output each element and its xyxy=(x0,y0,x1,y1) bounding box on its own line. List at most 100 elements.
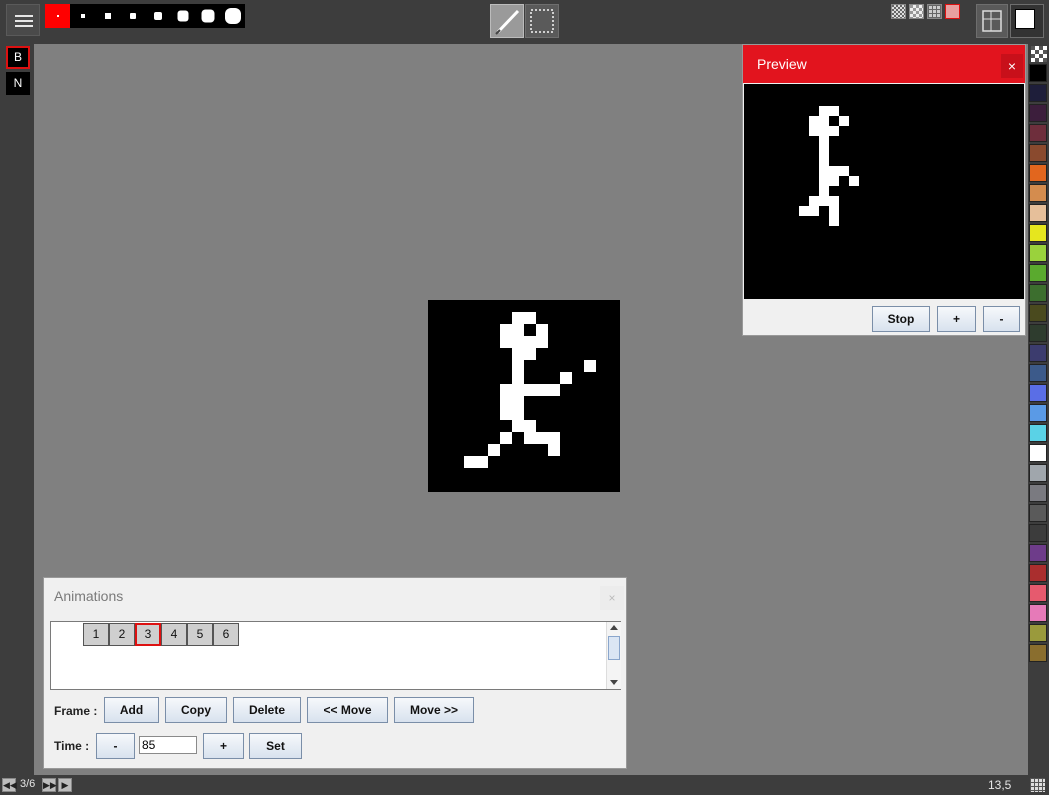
palette-swatch[interactable] xyxy=(1029,164,1047,182)
copy-frame-button[interactable]: Copy xyxy=(165,697,227,723)
stop-button[interactable]: Stop xyxy=(872,306,930,332)
palette-swatch[interactable] xyxy=(1029,464,1047,482)
brush-dot-icon xyxy=(177,10,188,22)
palette-swatch[interactable] xyxy=(1029,64,1047,82)
palette-swatch[interactable] xyxy=(1029,204,1047,222)
grid-overlay-button[interactable] xyxy=(976,4,1008,38)
current-color-button[interactable] xyxy=(1010,4,1044,38)
speed-minus-button[interactable]: - xyxy=(983,306,1020,332)
palette-swatch[interactable] xyxy=(1029,484,1047,502)
brush-size-5[interactable] xyxy=(145,4,170,28)
rewind-icon[interactable]: ◀◀ xyxy=(2,778,17,792)
frame-4[interactable]: 4 xyxy=(161,623,187,646)
brush-size-1[interactable] xyxy=(45,4,70,28)
palette-swatch[interactable] xyxy=(1029,324,1047,342)
fast-forward-icon[interactable]: ▶▶ xyxy=(42,778,57,792)
time-input[interactable] xyxy=(139,736,197,754)
palette-swatch[interactable] xyxy=(1029,644,1047,662)
preview-close-button[interactable]: × xyxy=(1001,54,1023,78)
play-icon[interactable]: ▶ xyxy=(58,778,72,792)
time-minus-button[interactable]: - xyxy=(96,733,135,759)
palette-swatch[interactable] xyxy=(1029,604,1047,622)
palette-swatch[interactable] xyxy=(1029,584,1047,602)
pixel xyxy=(500,432,512,444)
speed-plus-button[interactable]: + xyxy=(937,306,976,332)
delete-frame-button[interactable]: Delete xyxy=(233,697,301,723)
hamburger-icon-bar xyxy=(15,20,33,22)
frame-2[interactable]: 2 xyxy=(109,623,135,646)
frame-counter: 3/6 xyxy=(20,778,36,790)
pixel xyxy=(829,176,839,186)
preview-title: Preview xyxy=(743,45,1025,83)
move-right-button[interactable]: Move >> xyxy=(394,697,474,723)
pixel xyxy=(809,126,839,136)
palette-swatch[interactable] xyxy=(1029,544,1047,562)
palette-swatch[interactable] xyxy=(1029,444,1047,462)
palette-swatch[interactable] xyxy=(1029,344,1047,362)
pixel xyxy=(500,336,548,348)
scroll-down-icon[interactable] xyxy=(610,680,618,685)
pixel xyxy=(829,206,839,226)
palette-swatch[interactable] xyxy=(1029,244,1047,262)
brush-dot-icon xyxy=(104,13,111,19)
palette-swatch[interactable] xyxy=(1029,364,1047,382)
brush-size-7[interactable] xyxy=(195,4,220,28)
pixel xyxy=(829,116,839,126)
pixel xyxy=(488,444,500,456)
frame-list-scrollbar[interactable] xyxy=(606,622,621,689)
palette-swatch[interactable] xyxy=(1029,104,1047,122)
brush-dot-icon xyxy=(201,9,214,23)
layer-b-button[interactable]: B xyxy=(6,46,30,69)
brush-size-4[interactable] xyxy=(120,4,145,28)
layer-n-button[interactable]: N xyxy=(6,72,30,95)
palette-swatch[interactable] xyxy=(1029,504,1047,522)
cursor-coordinates: 13,5 xyxy=(988,778,1012,792)
red-square-icon[interactable] xyxy=(945,4,960,19)
animations-title: Animations xyxy=(54,588,124,604)
palette-swatch[interactable] xyxy=(1029,84,1047,102)
brush-size-2[interactable] xyxy=(70,4,95,28)
palette-swatch[interactable] xyxy=(1029,624,1047,642)
palette-swatch[interactable] xyxy=(1029,284,1047,302)
pencil-tool[interactable] xyxy=(490,4,524,38)
brush-size-8[interactable] xyxy=(220,4,245,28)
palette-swatch[interactable] xyxy=(1029,184,1047,202)
brush-dot-icon xyxy=(153,12,162,20)
transparent-color-icon[interactable] xyxy=(1031,46,1047,62)
hamburger-icon-bar xyxy=(15,25,33,27)
grid-pattern-icon[interactable] xyxy=(927,4,942,19)
palette-swatch[interactable] xyxy=(1029,404,1047,422)
brush-size-6[interactable] xyxy=(170,4,195,28)
palette-swatch[interactable] xyxy=(1029,124,1047,142)
palette-swatch[interactable] xyxy=(1029,524,1047,542)
frame-3[interactable]: 3 xyxy=(135,623,161,646)
palette-swatch[interactable] xyxy=(1029,564,1047,582)
drawing-canvas[interactable] xyxy=(428,300,620,492)
palette-swatch[interactable] xyxy=(1029,264,1047,282)
move-left-button[interactable]: << Move xyxy=(307,697,388,723)
palette-swatch[interactable] xyxy=(1029,144,1047,162)
set-time-button[interactable]: Set xyxy=(249,733,302,759)
animations-close-button[interactable]: × xyxy=(600,586,624,610)
brush-size-3[interactable] xyxy=(95,4,120,28)
palette-swatch[interactable] xyxy=(1029,384,1047,402)
checker-pattern-icon[interactable] xyxy=(891,4,906,19)
palette-swatch[interactable] xyxy=(1029,304,1047,322)
palette-swatch[interactable] xyxy=(1029,424,1047,442)
select-tool[interactable] xyxy=(525,4,559,38)
pixel xyxy=(819,106,839,116)
pixel xyxy=(512,348,536,360)
frame-6[interactable]: 6 xyxy=(213,623,239,646)
time-plus-button[interactable]: + xyxy=(203,733,244,759)
hamburger-icon xyxy=(15,15,33,17)
scroll-thumb[interactable] xyxy=(608,636,620,660)
pixel xyxy=(464,456,488,468)
checker-pattern-icon[interactable] xyxy=(909,4,924,19)
palette-swatch[interactable] xyxy=(1029,224,1047,242)
frame-5[interactable]: 5 xyxy=(187,623,213,646)
frame-1[interactable]: 1 xyxy=(83,623,109,646)
grid-icon[interactable] xyxy=(1030,778,1045,792)
scroll-up-icon[interactable] xyxy=(610,625,618,630)
menu-button[interactable] xyxy=(6,4,40,36)
add-frame-button[interactable]: Add xyxy=(104,697,159,723)
